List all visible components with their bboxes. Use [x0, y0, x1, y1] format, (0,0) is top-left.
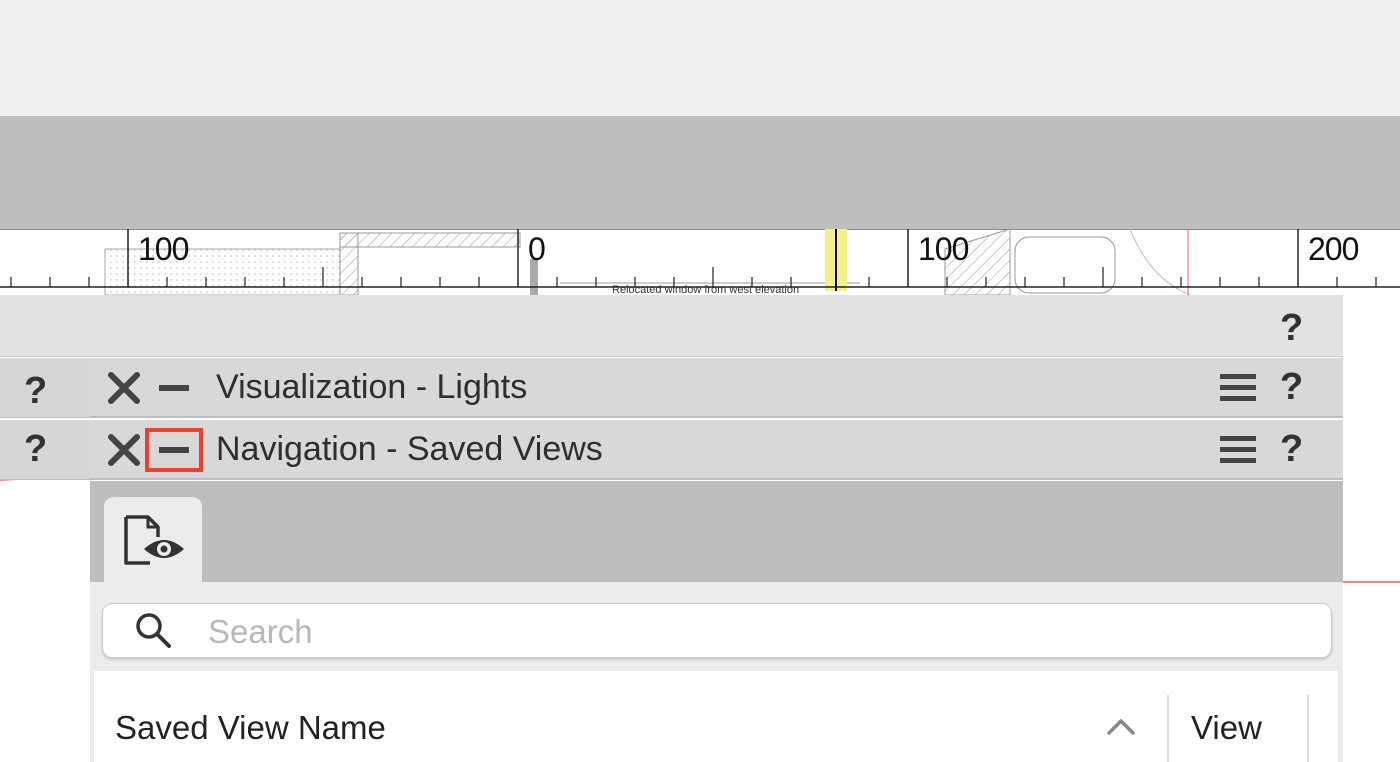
palette-header-navigation-saved-views[interactable]: Navigation - Saved Views ?	[90, 420, 1343, 480]
saved-views-content: Search Saved View Name View	[90, 582, 1343, 762]
sort-ascending-icon[interactable]	[1105, 717, 1137, 737]
hamburger-menu-icon[interactable]	[1220, 372, 1256, 404]
column-divider[interactable]	[1307, 695, 1309, 762]
palette-title: Navigation - Saved Views	[216, 430, 603, 468]
saved-view-eye-icon	[124, 515, 184, 565]
toolbar-band	[0, 116, 1400, 229]
saved-views-table: Saved View Name View	[94, 671, 1338, 762]
palette-tab-strip	[90, 481, 1343, 583]
ruler-label: 100	[918, 231, 969, 267]
minus-icon	[159, 385, 189, 391]
collapse-button[interactable]	[145, 366, 203, 410]
palette-title: Visualization - Lights	[216, 368, 528, 406]
docked-palette-stub: ?	[0, 420, 90, 480]
title-area	[0, 0, 1400, 116]
menu-icon[interactable]	[0, 372, 2, 404]
search-field[interactable]: Search	[102, 603, 1332, 658]
help-button[interactable]: ?	[24, 372, 47, 410]
help-button[interactable]: ?	[1280, 430, 1303, 468]
hamburger-menu-icon[interactable]	[1220, 434, 1256, 466]
column-header-view[interactable]: View	[1191, 709, 1262, 747]
search-placeholder: Search	[208, 613, 313, 650]
help-button[interactable]: ?	[1280, 368, 1303, 406]
collapse-button[interactable]	[145, 428, 203, 472]
column-header-saved-view-name[interactable]: Saved View Name	[115, 709, 386, 747]
tab-saved-views[interactable]	[104, 497, 202, 583]
minus-icon	[159, 447, 189, 453]
palette-header-visualization-lights[interactable]: Visualization - Lights ?	[90, 358, 1343, 418]
close-icon[interactable]	[106, 370, 142, 406]
help-button[interactable]: ?	[24, 430, 47, 468]
ruler-label: 200	[1308, 231, 1359, 267]
search-icon	[136, 613, 171, 648]
close-icon[interactable]	[106, 432, 142, 468]
ruler-label: 100	[138, 231, 189, 267]
drawing-annotation: Relocated window from west elevation	[612, 284, 800, 296]
horizontal-ruler[interactable]: 100 0 100 200 Relocated window from west…	[0, 229, 1400, 296]
ruler-label: 0	[528, 231, 546, 267]
column-divider[interactable]	[1167, 695, 1169, 762]
docked-palette-stub: ?	[0, 358, 90, 418]
palette-container-header: ?	[0, 295, 1343, 357]
menu-icon[interactable]	[0, 432, 2, 464]
help-button[interactable]: ?	[1280, 309, 1303, 347]
app-window: 100 0 100 200 Relocated window from west…	[0, 0, 1400, 762]
